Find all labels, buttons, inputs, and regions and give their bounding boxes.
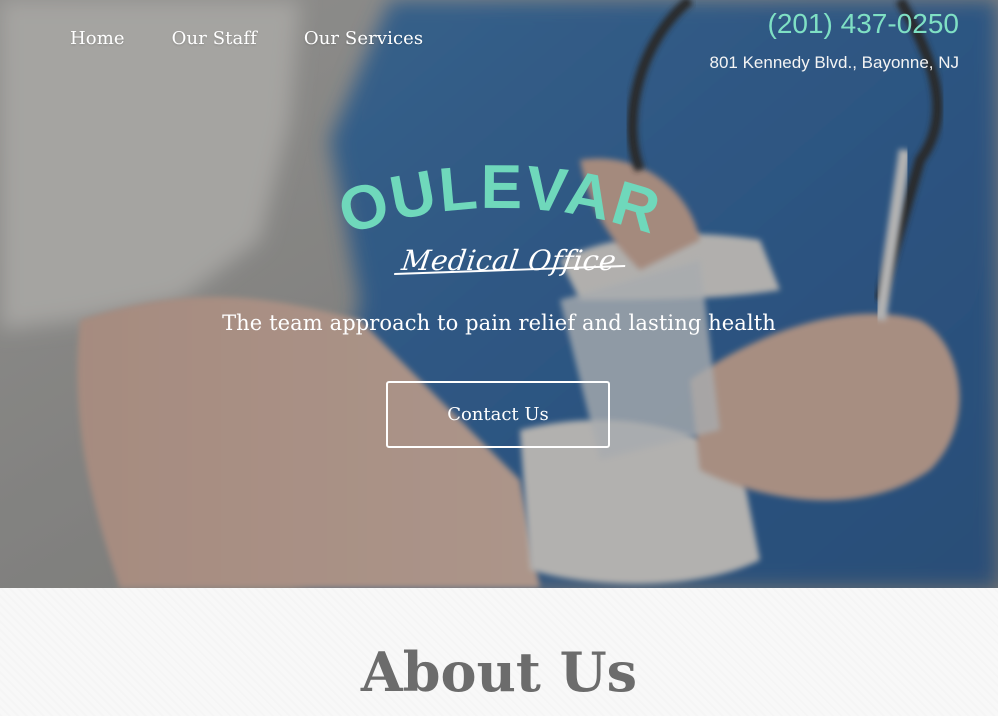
about-section: About Us bbox=[0, 588, 998, 716]
hero-tagline: The team approach to pain relief and las… bbox=[222, 311, 776, 335]
office-address: 801 Kennedy Blvd., Bayonne, NJ bbox=[709, 53, 960, 72]
nav-link-our-staff[interactable]: Our Staff bbox=[172, 28, 257, 49]
main-nav: Home Our Staff Our Services bbox=[70, 28, 470, 49]
contact-us-button[interactable]: Contact Us bbox=[386, 381, 610, 448]
page: Home Our Staff Our Services (201) 437-02… bbox=[0, 0, 998, 716]
logo-subtitle: Medical Office bbox=[399, 244, 619, 277]
logo-title-wordmark: BOULEVARD bbox=[330, 160, 669, 248]
nav-link-home[interactable]: Home bbox=[70, 28, 125, 49]
hero-section: Home Our Staff Our Services (201) 437-02… bbox=[0, 0, 998, 588]
boulevard-logo: BOULEVARD Medical Office bbox=[330, 160, 670, 290]
phone-number-link[interactable]: (201) 437-0250 bbox=[710, 6, 959, 42]
about-heading: About Us bbox=[360, 640, 638, 704]
logo-title-text: BOULEVARD bbox=[330, 160, 669, 248]
hero-overlay bbox=[0, 0, 998, 588]
nav-link-our-services[interactable]: Our Services bbox=[304, 28, 423, 49]
header-contact-info: (201) 437-0250 801 Kennedy Blvd., Bayonn… bbox=[710, 6, 960, 74]
